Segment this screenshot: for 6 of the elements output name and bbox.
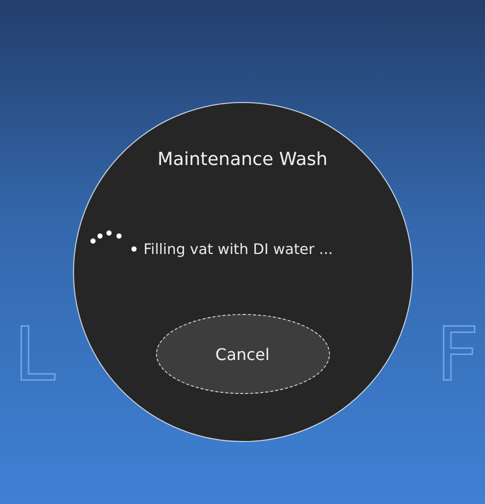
- logo-text: F: [436, 318, 479, 392]
- spinner-icon: [88, 228, 138, 254]
- dialog-title: Maintenance Wash: [157, 149, 328, 170]
- cancel-button[interactable]: Cancel: [156, 314, 330, 394]
- logo-text: L: [14, 318, 56, 392]
- status-text: Filling vat with DI water ...: [144, 242, 333, 258]
